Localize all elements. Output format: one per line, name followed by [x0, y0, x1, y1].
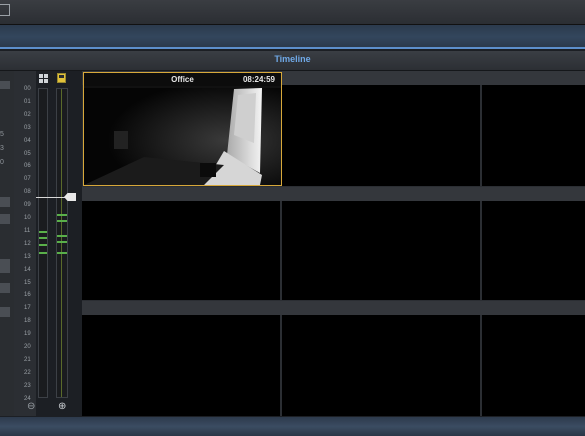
- video-cell[interactable]: [482, 201, 585, 300]
- video-cell[interactable]: [282, 85, 480, 186]
- single-view-icon[interactable]: [57, 73, 66, 83]
- camera-tile-header: Office 08:24:59: [84, 73, 281, 86]
- video-cell[interactable]: [482, 85, 585, 186]
- video-cell[interactable]: [282, 315, 480, 416]
- panel-header: Timeline: [0, 51, 585, 71]
- grid-row-header: [82, 301, 585, 315]
- camera-feed-image: [84, 86, 281, 185]
- hour-label: 23: [24, 382, 31, 389]
- side-control[interactable]: [0, 81, 10, 89]
- hour-label: 09: [24, 202, 31, 209]
- video-cell[interactable]: [82, 315, 280, 416]
- hour-label: 18: [24, 318, 31, 325]
- hour-label: 07: [24, 176, 31, 183]
- hour-label: 08: [24, 189, 31, 196]
- hour-label: 21: [24, 356, 31, 363]
- video-cell[interactable]: [282, 201, 480, 300]
- video-cell[interactable]: [82, 201, 280, 300]
- recording-marker: [39, 231, 47, 233]
- side-text: 5: [0, 131, 4, 138]
- recording-marker: [57, 252, 67, 254]
- hour-label: 01: [24, 98, 31, 105]
- hour-label: 19: [24, 331, 31, 338]
- panel-title: Timeline: [274, 54, 311, 64]
- timeline-track-overview[interactable]: [38, 88, 48, 398]
- recording-marker: [39, 244, 47, 246]
- hour-label: 15: [24, 279, 31, 286]
- side-control[interactable]: [0, 214, 10, 224]
- side-control[interactable]: [0, 197, 10, 207]
- camera-tile-office[interactable]: Office 08:24:59: [83, 72, 282, 186]
- track-lane: [61, 89, 62, 397]
- timeline-track-camera[interactable]: [56, 88, 68, 398]
- recording-marker: [57, 235, 67, 237]
- side-dropdown[interactable]: [0, 283, 10, 293]
- recording-marker: [39, 252, 47, 254]
- side-control[interactable]: [0, 307, 10, 317]
- window-toolbar: [0, 0, 585, 25]
- recording-marker: [57, 220, 67, 222]
- tab-accent-line: [0, 47, 585, 49]
- tab-strip: [0, 25, 585, 49]
- recording-marker: [57, 241, 67, 243]
- recording-marker: [39, 237, 47, 239]
- hour-ruler: 00 01 02 03 04 05 06 07 08 09 10 11 12 13 14 15 16 17 18 19…: [14, 71, 36, 416]
- side-control[interactable]: [0, 259, 10, 273]
- toolbar-edge-icon[interactable]: [0, 4, 10, 16]
- video-cell[interactable]: [482, 315, 585, 416]
- hour-label: 13: [24, 253, 31, 260]
- recording-marker: [57, 214, 67, 216]
- grid-row-header: [82, 187, 585, 201]
- hour-label: 14: [24, 266, 31, 273]
- left-side-panel: 5 3 0: [0, 71, 15, 416]
- hour-label: 20: [24, 344, 31, 350]
- hour-label: 10: [24, 215, 31, 221]
- hour-label: 12: [24, 240, 31, 247]
- hour-label: 03: [24, 124, 31, 131]
- hour-label: 16: [24, 292, 31, 299]
- hour-label: 02: [24, 111, 31, 118]
- zoom-out-icon[interactable]: ⊖: [27, 402, 37, 412]
- hour-label: 00: [24, 86, 31, 92]
- hour-label: 17: [24, 305, 31, 312]
- camera-timestamp: 08:24:59: [242, 75, 275, 84]
- grid-layout-icon[interactable]: [39, 74, 48, 83]
- side-text: 0: [0, 159, 4, 166]
- hour-label: 11: [24, 227, 31, 234]
- hour-label: 06: [24, 163, 31, 170]
- zoom-in-icon[interactable]: ⊕: [58, 402, 68, 412]
- bottom-bar: [0, 417, 585, 436]
- hour-label: 04: [24, 137, 31, 144]
- hour-label: 05: [24, 150, 31, 157]
- side-text: 3: [0, 145, 4, 152]
- hour-label: 22: [24, 369, 31, 376]
